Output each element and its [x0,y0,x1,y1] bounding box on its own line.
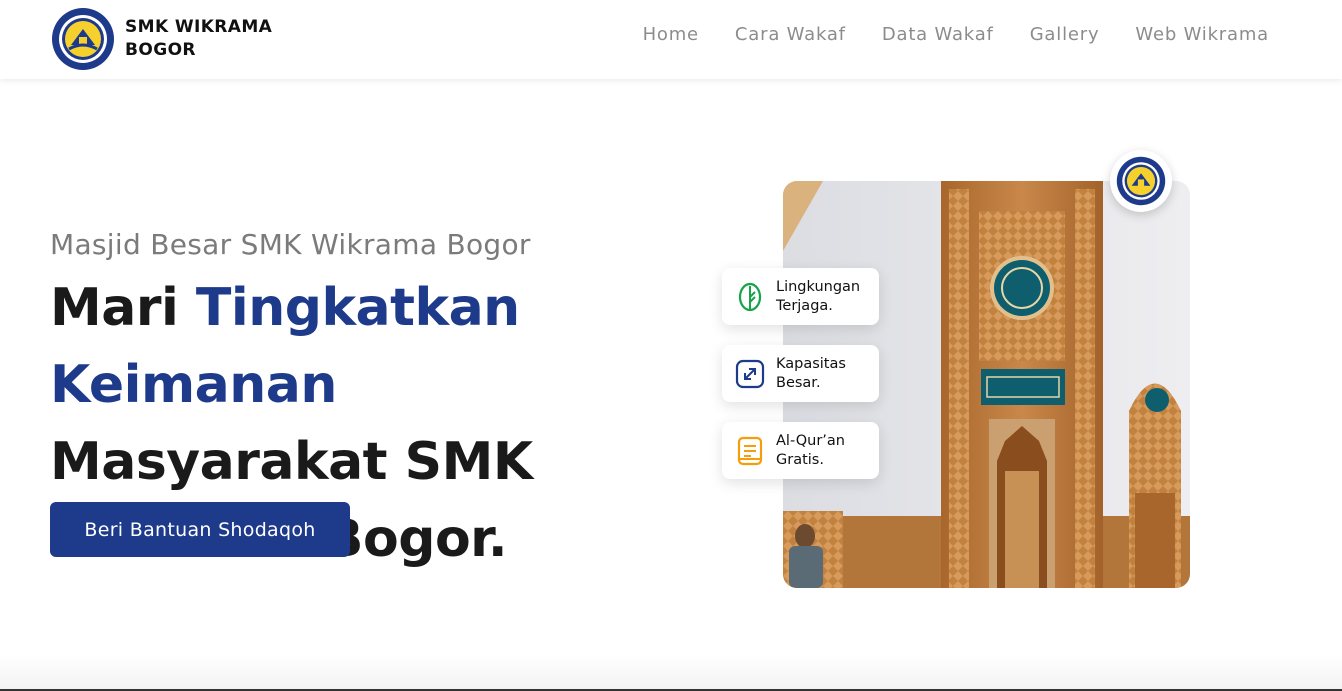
expand-icon [735,359,765,389]
site-header: SMK WIKRAMA BOGOR Home Cara Wakaf Data W… [0,0,1342,79]
hero-subtitle: Masjid Besar SMK Wikrama Bogor [50,228,531,261]
school-badge [1110,150,1172,212]
book-icon [735,436,765,466]
nav-gallery[interactable]: Gallery [1030,24,1100,45]
donate-button[interactable]: Beri Bantuan Shodaqoh [50,502,350,557]
school-logo-icon [52,8,114,70]
nav-web-wikrama[interactable]: Web Wikrama [1135,24,1269,45]
nav-cara-wakaf[interactable]: Cara Wakaf [735,24,846,45]
leaf-icon [735,282,765,312]
feature-card-quran: Al-Qur’an Gratis. [722,422,879,479]
brand[interactable]: SMK WIKRAMA BOGOR [51,7,285,71]
school-logo-small-icon [1116,156,1166,206]
brand-line-1: SMK WIKRAMA [125,17,273,37]
feature-card-capacity: Kapasitas Besar. [722,345,879,402]
nav-home[interactable]: Home [643,24,699,45]
main-nav: Home Cara Wakaf Data Wakaf Gallery Web W… [643,24,1269,45]
brand-line-2: BOGOR [125,40,196,60]
feature-label: Lingkungan Terjaga. [776,278,861,314]
nav-data-wakaf[interactable]: Data Wakaf [882,24,994,45]
feature-card-environment: Lingkungan Terjaga. [722,268,879,325]
hero-title-part-1: Mari [50,278,196,338]
brand-name: SMK WIKRAMA BOGOR [125,16,285,62]
feature-label: Kapasitas Besar. [776,355,846,391]
section-divider [0,655,1342,691]
feature-label: Al-Qur’an Gratis. [776,432,845,468]
